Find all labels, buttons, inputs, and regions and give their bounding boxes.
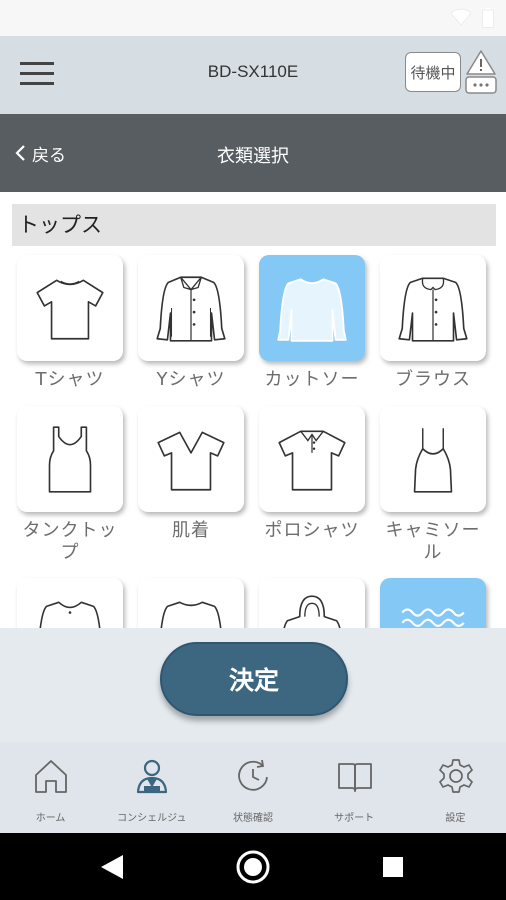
clothing-card[interactable] [138,255,244,361]
clothing-card[interactable] [259,578,365,628]
clothing-card-selected[interactable] [380,578,486,628]
clothing-item-tshirt[interactable]: Tシャツ [14,255,126,391]
status-standby-button[interactable]: 待機中 [405,52,461,92]
clothing-item-polo-shirt[interactable]: ポロシャツ [256,406,368,542]
clothing-list[interactable]: トップス Tシャツ Yシャツ カットソー ブラウス タンクトッ プ 肌着 ポロシ… [0,192,506,628]
cut-and-sewn-icon [277,278,347,342]
clothing-item-cardigan[interactable] [14,578,126,628]
title-bar: 戻る 衣類選択 [0,114,506,192]
clothing-label: Tシャツ [35,369,105,390]
tshirt-icon [36,279,104,340]
nav-label: 状態確認 [232,813,273,824]
clothing-label: ポロシャツ [264,520,360,541]
hoodie-icon [283,595,341,628]
clothing-card[interactable] [380,406,486,512]
tank-top-icon [48,426,92,493]
clothing-item-camisole[interactable]: キャミソー ル [377,406,489,564]
system-recents-icon[interactable] [373,847,413,887]
nav-label: 設定 [445,813,466,824]
system-back-icon[interactable] [93,847,133,887]
clothing-card[interactable] [17,255,123,361]
clothing-item-knit-sweater[interactable] [377,578,489,628]
clothing-card-selected[interactable] [259,255,365,361]
cardigan-icon [39,601,101,628]
clothing-item-hoodie[interactable] [256,578,368,628]
system-home-icon[interactable] [233,847,273,887]
wifi-icon [450,8,472,26]
settings-gear-icon [438,759,473,793]
clothing-card[interactable] [259,406,365,512]
camisole-icon [413,428,453,493]
clothing-label: 肌着 [172,520,210,541]
clothing-card[interactable] [17,578,123,628]
clothing-label: Yシャツ [156,369,226,390]
system-nav-bar [0,833,506,900]
concierge-icon [137,759,168,794]
nav-item-home[interactable]: ホーム [0,742,101,833]
alert-warning-icon[interactable] [464,48,498,98]
clothing-label: タンクトッ プ [22,520,118,563]
knit-sweater-icon [401,608,465,627]
battery-icon [482,8,494,28]
nav-label: コンシェルジュ [117,813,187,824]
clothing-item-blouse[interactable]: ブラウス [377,255,489,391]
dress-shirt-icon [156,276,226,342]
action-area: 決定 [0,628,506,742]
decide-button[interactable]: 決定 [160,642,348,716]
nav-item-settings[interactable]: 設定 [405,742,506,833]
nav-item-support[interactable]: サポート [304,742,405,833]
clothing-label: カットソー [264,369,360,390]
nav-item-status[interactable]: 状態確認 [202,742,303,833]
clothing-card[interactable] [138,578,244,628]
bottom-nav: ホーム コンシェルジュ 状態確認 サポート 設定 [0,742,506,833]
support-book-icon [337,763,372,792]
clothing-item-dress-shirt[interactable]: Yシャツ [135,255,247,391]
sweatshirt-icon [160,601,222,628]
blouse-icon [398,277,468,342]
clothing-item-tank-top[interactable]: タンクトッ プ [14,406,126,564]
clothing-card[interactable] [17,406,123,512]
section-header-tops: トップス [12,204,496,246]
clothing-item-cut-and-sewn[interactable]: カットソー [256,255,368,391]
app-bar: BD-SX110E 待機中 [0,36,506,114]
app-screen: BD-SX110E 待機中 戻る 衣類選択 トップス Tシャツ Yシャツ カット… [0,0,506,900]
clothing-item-undershirt[interactable]: 肌着 [135,406,247,542]
status-bar [0,0,506,36]
polo-shirt-icon [278,430,346,491]
nav-label: ホーム [35,813,66,824]
undershirt-icon [157,431,225,491]
clothing-card[interactable] [138,406,244,512]
home-icon [35,760,67,793]
status-clock-icon [238,759,269,791]
clothing-label: キャミソー ル [385,520,481,563]
nav-label: サポート [334,813,375,824]
screen-title: 衣類選択 [217,146,289,167]
clothing-card[interactable] [380,255,486,361]
clothing-label: ブラウス [395,369,471,390]
clothing-item-sweatshirt[interactable] [135,578,247,628]
nav-item-concierge[interactable]: コンシェルジュ [101,742,202,833]
